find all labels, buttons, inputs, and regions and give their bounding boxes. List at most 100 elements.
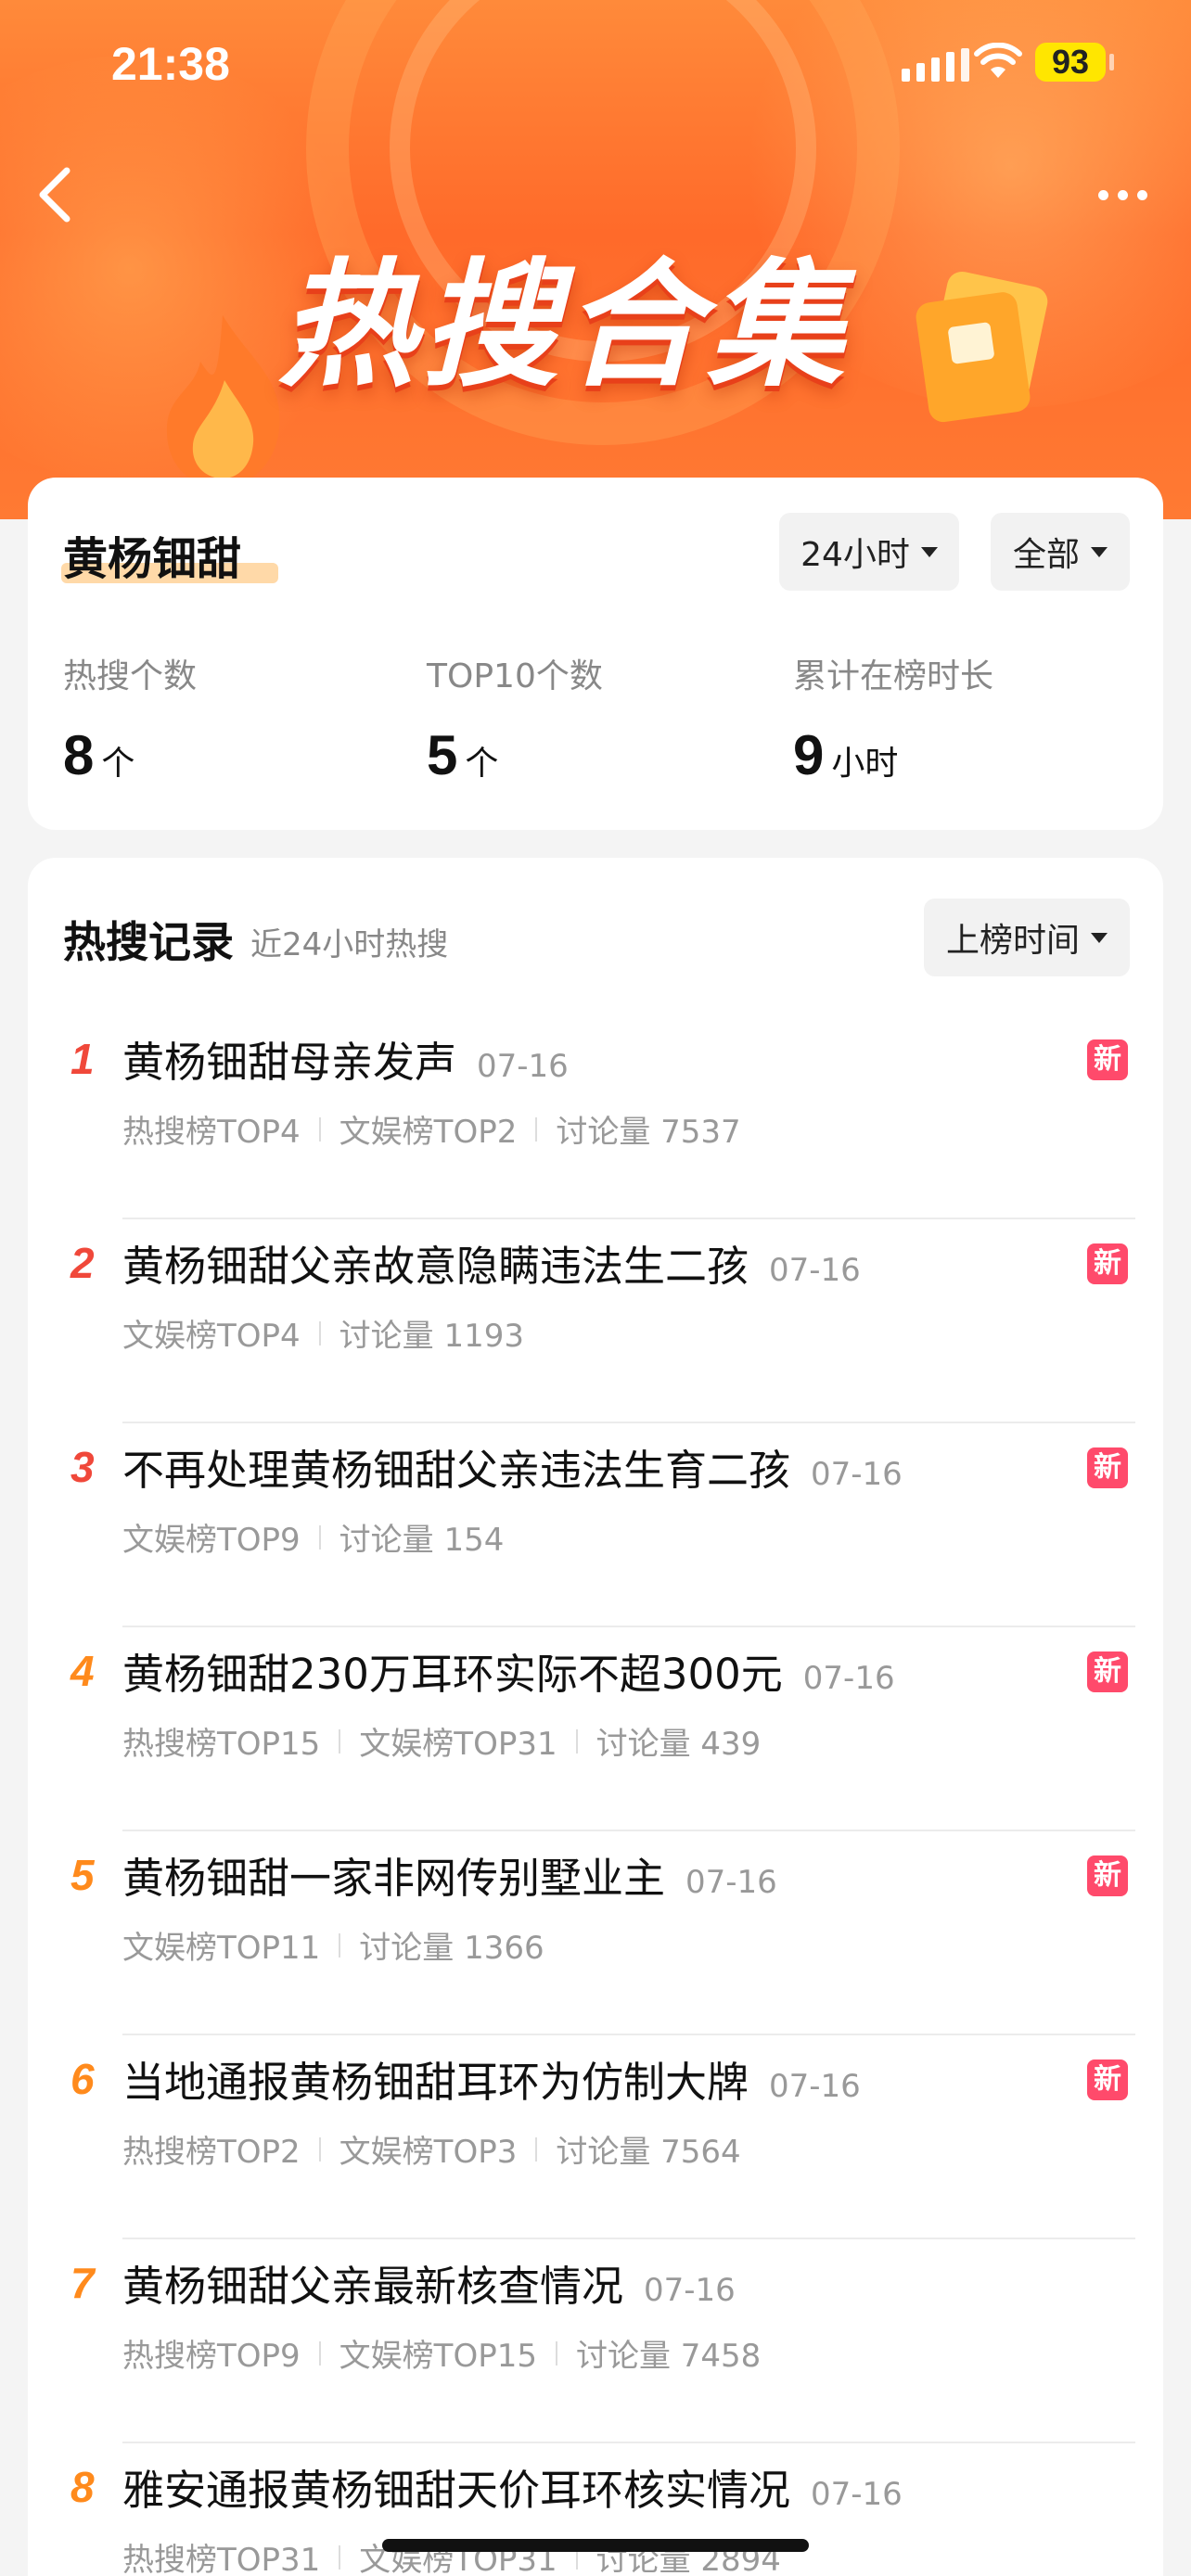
stat-label: TOP10个数	[427, 657, 603, 695]
meta-tag: 文娱榜TOP31	[359, 1726, 557, 1763]
status-time: 21:38	[111, 38, 230, 90]
time-range-label: 24小时	[800, 536, 910, 574]
banner-title: 热搜合集	[278, 246, 850, 405]
item-title: 黄杨钿甜母亲发声	[122, 1038, 457, 1087]
item-meta: 文娱榜TOP11 讨论量 1366	[122, 1922, 544, 1968]
rank-number: 6	[70, 2055, 95, 2103]
meta-tag: 热搜榜TOP9	[122, 2338, 301, 2375]
meta-divider	[318, 2136, 321, 2162]
item-title: 雅安通报黄杨钿甜天价耳环核实情况	[122, 2466, 791, 2515]
new-badge: 新	[1087, 2060, 1128, 2100]
rank-number: 1	[70, 1035, 95, 1083]
caret-down-icon	[1091, 932, 1108, 943]
meta-tag: 热搜榜TOP4	[122, 1114, 301, 1151]
records-subtitle: 近24小时热搜	[250, 926, 449, 963]
meta-tag: 讨论量 1193	[339, 1318, 525, 1355]
folder-icon	[916, 271, 1048, 423]
list-item[interactable]: 5 黄杨钿甜一家非网传别墅业主 07-16 文娱榜TOP11 讨论量 1366 新	[28, 1831, 1163, 2035]
item-date: 07-16	[811, 2476, 903, 2513]
sort-dropdown[interactable]: 上榜时间	[924, 899, 1130, 976]
list-item[interactable]: 7 黄杨钿甜父亲最新核查情况 07-16 热搜榜TOP9 文娱榜TOP15 讨论量 745…	[28, 2239, 1163, 2443]
item-title: 黄杨钿甜父亲最新核查情况	[122, 2262, 624, 2311]
stat-value: 8	[63, 724, 95, 786]
item-date: 07-16	[769, 2068, 861, 2105]
meta-divider	[339, 1728, 341, 1753]
item-title-row: 黄杨钿甜一家非网传别墅业主 07-16	[122, 1844, 777, 1905]
item-title-row: 不再处理黄杨钿甜父亲违法生育二孩 07-16	[122, 1436, 903, 1497]
list-item[interactable]: 4 黄杨钿甜230万耳环实际不超300元 07-16 热搜榜TOP15 文娱榜TOP31…	[28, 1627, 1163, 1831]
stat-total-duration: 累计在榜时长 9 小时	[793, 649, 993, 787]
meta-tag: 文娱榜TOP4	[122, 1318, 301, 1355]
rank-number: 5	[70, 1851, 95, 1899]
list-item[interactable]: 1 黄杨钿甜母亲发声 07-16 热搜榜TOP4 文娱榜TOP2 讨论量 7537 新	[28, 1015, 1163, 1219]
item-title-row: 当地通报黄杨钿甜耳环为仿制大牌 07-16	[122, 2048, 861, 2109]
meta-tag: 热搜榜TOP15	[122, 1726, 321, 1763]
item-title: 不再处理黄杨钿甜父亲违法生育二孩	[122, 1446, 791, 1495]
rank-number: 4	[70, 1647, 95, 1695]
stat-unit: 个	[465, 745, 499, 783]
item-date: 07-16	[644, 2272, 736, 2309]
item-title-row: 黄杨钿甜父亲故意隐瞒违法生二孩 07-16	[122, 1232, 861, 1293]
more-options-button[interactable]	[1085, 176, 1159, 213]
item-date: 07-16	[477, 1048, 569, 1085]
stat-label: 累计在榜时长	[793, 657, 994, 695]
sort-label: 上榜时间	[945, 922, 1080, 960]
home-indicator[interactable]	[382, 2539, 809, 2552]
meta-divider	[535, 1116, 538, 1141]
stat-label: 热搜个数	[63, 657, 198, 695]
battery-indicator: 93	[1035, 43, 1106, 82]
wifi-icon	[974, 43, 1022, 78]
stat-unit: 小时	[831, 745, 899, 783]
item-date: 07-16	[769, 1252, 861, 1289]
meta-divider	[339, 2544, 341, 2570]
scope-label: 全部	[1012, 536, 1080, 574]
stat-unit: 个	[101, 745, 135, 783]
meta-tag: 文娱榜TOP11	[122, 1930, 321, 1967]
caret-down-icon	[920, 546, 938, 557]
meta-divider	[318, 1116, 321, 1141]
new-badge: 新	[1087, 1039, 1128, 1080]
meta-tag: 文娱榜TOP15	[339, 2338, 537, 2375]
back-button[interactable]	[26, 158, 82, 232]
status-bar: 21:38 93	[0, 0, 1191, 130]
battery-tip-icon	[1109, 54, 1114, 70]
time-range-dropdown[interactable]: 24小时	[779, 513, 959, 591]
item-title-row: 黄杨钿甜母亲发声 07-16	[122, 1028, 569, 1089]
rank-number: 8	[70, 2463, 95, 2511]
meta-divider	[339, 1932, 341, 1958]
caret-down-icon	[1091, 546, 1108, 557]
item-title-row: 黄杨钿甜父亲最新核查情况 07-16	[122, 2252, 736, 2313]
list-item[interactable]: 2 黄杨钿甜父亲故意隐瞒违法生二孩 07-16 文娱榜TOP4 讨论量 1193 新	[28, 1219, 1163, 1423]
meta-tag: 讨论量 439	[596, 1726, 762, 1763]
list-item[interactable]: 3 不再处理黄杨钿甜父亲违法生育二孩 07-16 文娱榜TOP9 讨论量 154 新	[28, 1423, 1163, 1627]
item-date: 07-16	[685, 1864, 777, 1901]
meta-tag: 讨论量 7564	[556, 2134, 741, 2171]
stat-value: 5	[427, 724, 458, 786]
scope-dropdown[interactable]: 全部	[991, 513, 1130, 591]
flame-icon	[166, 315, 280, 488]
list-item[interactable]: 8 雅安通报黄杨钿甜天价耳环核实情况 07-16 热搜榜TOP31 文娱榜TOP31 讨论…	[28, 2443, 1163, 2576]
new-badge: 新	[1087, 1447, 1128, 1488]
item-meta: 热搜榜TOP9 文娱榜TOP15 讨论量 7458	[122, 2330, 761, 2376]
item-meta: 热搜榜TOP15 文娱榜TOP31 讨论量 439	[122, 1718, 761, 1764]
meta-tag: 热搜榜TOP31	[122, 2542, 321, 2576]
rank-number: 7	[70, 2259, 95, 2307]
item-meta: 文娱榜TOP4 讨论量 1193	[122, 1310, 524, 1356]
meta-divider	[318, 2340, 321, 2366]
meta-divider	[555, 2340, 557, 2366]
summary-card: 黄杨钿甜 24小时 全部 热搜个数 8 个 TOP10个数 5 个 累计在榜时长…	[28, 478, 1163, 830]
records-title: 热搜记录	[63, 917, 234, 967]
meta-divider	[535, 2136, 538, 2162]
cellular-signal-icon	[902, 48, 969, 82]
meta-divider	[575, 1728, 578, 1753]
stat-value: 9	[793, 724, 825, 786]
new-badge: 新	[1087, 1651, 1128, 1692]
item-meta: 热搜榜TOP4 文娱榜TOP2 讨论量 7537	[122, 1106, 741, 1152]
list-item[interactable]: 6 当地通报黄杨钿甜耳环为仿制大牌 07-16 热搜榜TOP2 文娱榜TOP3 讨论量 7…	[28, 2035, 1163, 2239]
new-badge: 新	[1087, 1243, 1128, 1284]
meta-tag: 讨论量 7458	[575, 2338, 762, 2375]
meta-divider	[318, 1320, 321, 1345]
meta-tag: 讨论量 1366	[359, 1930, 544, 1967]
item-date: 07-16	[802, 1660, 895, 1697]
keyword-title: 黄杨钿甜	[63, 533, 242, 585]
